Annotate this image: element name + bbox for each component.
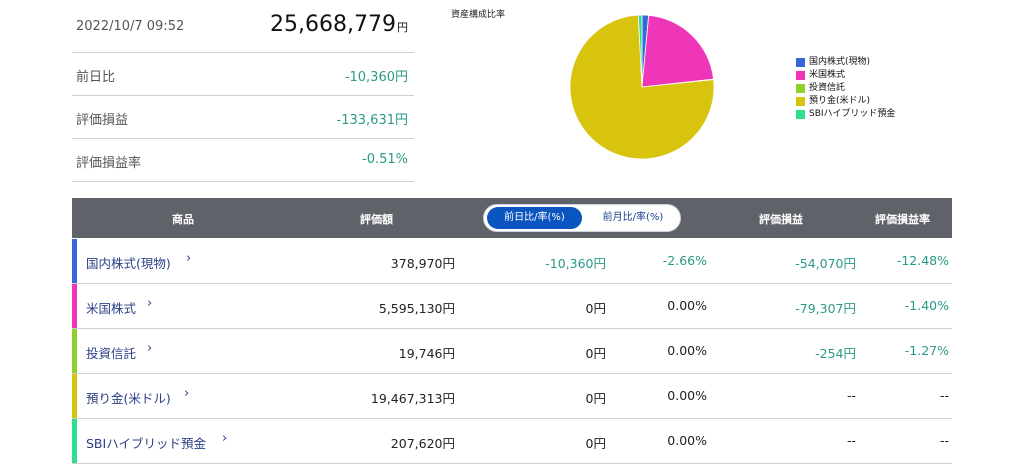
row-daily-change: -10,360円	[545, 256, 606, 271]
row-pl-rate: -12.48%	[896, 253, 949, 268]
row-pl: -79,307円	[795, 301, 856, 316]
row-daily-change-rate: 0.00%	[667, 433, 707, 448]
unrealized-pl-label: 評価損益	[76, 113, 129, 128]
legend-swatch	[796, 58, 805, 67]
chevron-right-icon[interactable]: ›	[147, 341, 152, 356]
chevron-right-icon[interactable]: ›	[184, 386, 189, 401]
header-product: 商品	[172, 213, 194, 226]
legend-label: 預り金(米ドル)	[809, 96, 871, 106]
legend-item: SBIハイブリッド預金	[796, 108, 895, 121]
row-daily-change: 0円	[585, 436, 606, 451]
daily-change-row: 前日比 -10,360円	[72, 53, 414, 96]
row-daily-change-rate: 0.00%	[667, 298, 707, 313]
category-color-bar	[72, 329, 77, 373]
row-daily-change: 0円	[585, 346, 606, 361]
row-daily-change-rate: 0.00%	[667, 388, 707, 403]
row-pl: -254円	[815, 346, 856, 361]
pie-slice	[641, 14, 715, 88]
toggle-monthly-change[interactable]: 前月比/率(%)	[588, 207, 678, 229]
header-pl-rate: 評価損益率	[875, 213, 930, 226]
unrealized-pl-row: 評価損益 -133,631円	[72, 96, 414, 139]
toggle-daily-change[interactable]: 前日比/率(%)	[487, 207, 582, 229]
legend-swatch	[796, 110, 805, 119]
total-assets: 25,668,779円	[270, 12, 408, 37]
row-daily-change: 0円	[585, 391, 606, 406]
daily-change-label: 前日比	[76, 70, 116, 85]
holdings-table-header: 商品 評価額 前日比/率(%) 前月比/率(%) 評価損益 評価損益率	[72, 198, 952, 238]
legend-item: 国内株式(現物)	[796, 56, 895, 69]
row-pl: --	[846, 388, 856, 403]
row-pl-rate: --	[939, 433, 949, 448]
row-daily-change-rate: 0.00%	[667, 343, 707, 358]
table-row[interactable]: 国内株式(現物) › 378,970円 -10,360円 -2.66% -54,…	[72, 239, 952, 284]
header-pl: 評価損益	[759, 213, 803, 226]
chevron-right-icon[interactable]: ›	[186, 251, 191, 266]
row-pl: --	[846, 433, 856, 448]
row-name-link[interactable]: 米国株式	[86, 298, 136, 317]
row-name-link[interactable]: 投資信託	[86, 343, 136, 362]
category-color-bar	[72, 374, 77, 418]
legend-item: 預り金(米ドル)	[796, 95, 895, 108]
row-pl-rate: -1.40%	[904, 298, 949, 313]
total-amount: 25,668,779	[270, 12, 396, 37]
category-color-bar	[72, 419, 77, 463]
legend-swatch	[796, 71, 805, 80]
row-name-link[interactable]: 国内株式(現物)	[86, 253, 171, 272]
row-valuation: 19,467,313円	[370, 391, 455, 406]
legend-label: SBIハイブリッド預金	[809, 109, 896, 119]
row-valuation: 378,970円	[390, 256, 455, 271]
chart-title: 資産構成比率	[451, 10, 506, 20]
chevron-right-icon[interactable]: ›	[222, 431, 227, 446]
chevron-right-icon[interactable]: ›	[147, 296, 152, 311]
row-valuation: 207,620円	[390, 436, 455, 451]
unrealized-pl-rate-value: -0.51%	[362, 152, 408, 167]
legend-swatch	[796, 84, 805, 93]
category-color-bar	[72, 284, 77, 328]
row-pl: -54,070円	[795, 256, 856, 271]
total-unit: 円	[397, 21, 408, 34]
asset-allocation-pie	[569, 14, 715, 160]
legend-label: 米国株式	[809, 70, 846, 80]
category-color-bar	[72, 239, 77, 283]
legend-item: 米国株式	[796, 69, 895, 82]
row-pl-rate: --	[939, 388, 949, 403]
legend-item: 投資信託	[796, 82, 895, 95]
row-name-link[interactable]: 預り金(米ドル)	[86, 388, 171, 407]
table-row[interactable]: 米国株式 › 5,595,130円 0円 0.00% -79,307円 -1.4…	[72, 284, 952, 329]
row-name-link[interactable]: SBIハイブリッド預金	[86, 433, 206, 452]
unrealized-pl-rate-label: 評価損益率	[76, 156, 142, 171]
row-valuation: 19,746円	[398, 346, 455, 361]
row-pl-rate: -1.27%	[904, 343, 949, 358]
legend-swatch	[796, 97, 805, 106]
unrealized-pl-value: -133,631円	[336, 113, 408, 128]
row-daily-change: 0円	[585, 301, 606, 316]
timestamp: 2022/10/7 09:52	[76, 19, 185, 34]
table-row[interactable]: 投資信託 › 19,746円 0円 0.00% -254円 -1.27%	[72, 329, 952, 374]
chart-legend: 国内株式(現物) 米国株式投資信託預り金(米ドル) SBIハイブリッド預金	[796, 56, 895, 121]
legend-label: 投資信託	[809, 83, 846, 93]
unrealized-pl-rate-row: 評価損益率 -0.51%	[72, 139, 414, 182]
row-daily-change-rate: -2.66%	[662, 253, 707, 268]
row-valuation: 5,595,130円	[378, 301, 455, 316]
table-row[interactable]: 預り金(米ドル) › 19,467,313円 0円 0.00% -- --	[72, 374, 952, 419]
comparison-toggle[interactable]: 前日比/率(%) 前月比/率(%)	[483, 204, 681, 232]
header-valuation: 評価額	[360, 213, 393, 226]
daily-change-value: -10,360円	[344, 70, 408, 85]
total-row: 2022/10/7 09:52 25,668,779円	[72, 0, 414, 53]
table-row[interactable]: SBIハイブリッド預金 › 207,620円 0円 0.00% -- --	[72, 419, 952, 464]
legend-label: 国内株式(現物)	[809, 57, 871, 67]
